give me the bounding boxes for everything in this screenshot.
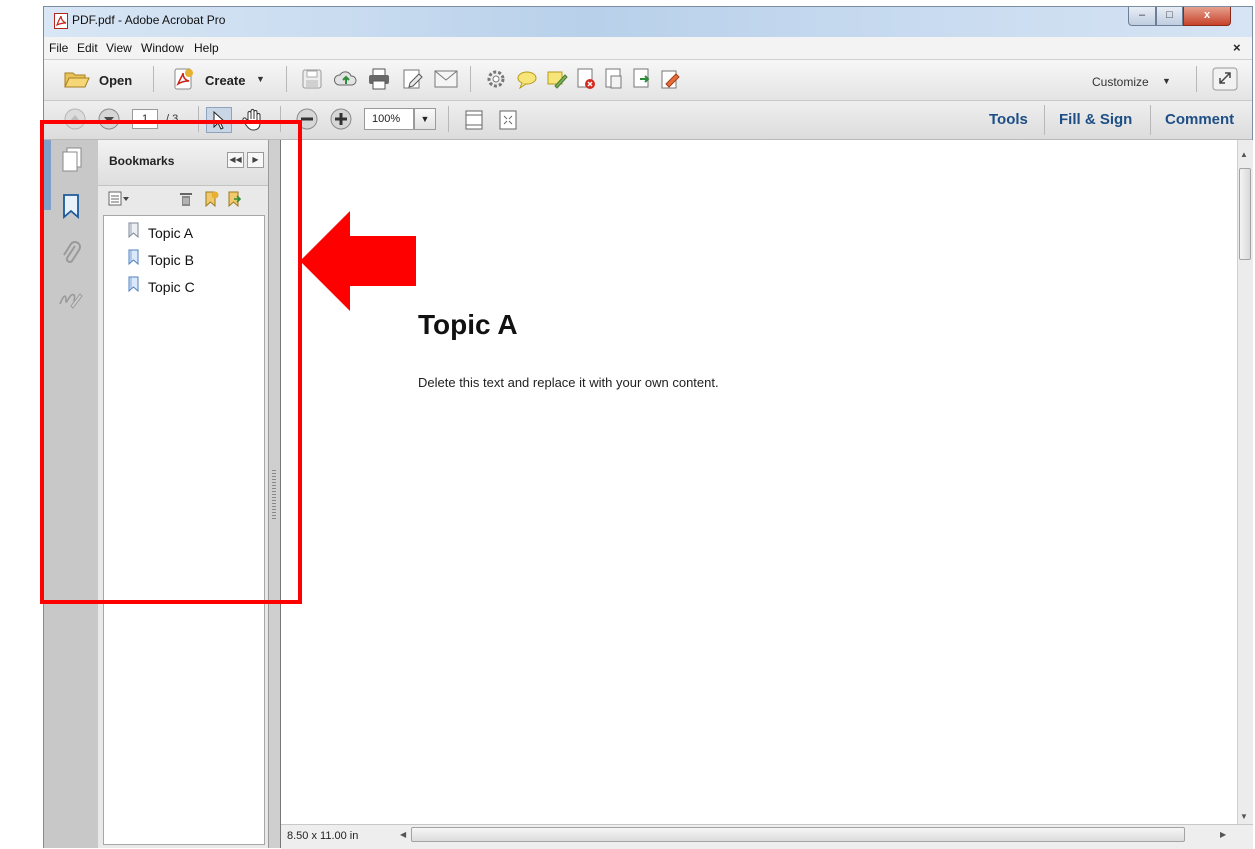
minimize-button[interactable]: – [1128, 7, 1156, 26]
window-title: PDF.pdf - Adobe Acrobat Pro [72, 13, 226, 27]
customize-dropdown-icon[interactable]: ▼ [1162, 76, 1171, 86]
comment-bubble-icon[interactable] [516, 69, 538, 89]
toolbar-separator [1150, 105, 1151, 135]
create-pdf-icon[interactable] [171, 67, 195, 91]
document-body-text: Delete this text and replace it with you… [418, 375, 719, 390]
open-folder-icon[interactable] [64, 69, 90, 89]
toolbar-separator [286, 66, 287, 92]
page-size-label: 8.50 x 11.00 in [287, 830, 359, 842]
email-icon[interactable] [434, 70, 458, 88]
menu-file[interactable]: File [49, 41, 68, 55]
open-button[interactable]: Open [99, 73, 132, 88]
toolbar-separator [470, 66, 471, 92]
insert-pages-icon[interactable] [604, 68, 624, 90]
scroll-left-icon[interactable]: ◀ [400, 830, 406, 839]
annotation-highlight-box [40, 120, 302, 604]
extract-pages-icon[interactable] [632, 68, 652, 90]
cloud-upload-icon[interactable] [334, 69, 358, 89]
menu-edit[interactable]: Edit [77, 41, 98, 55]
scroll-right-icon[interactable]: ▶ [1220, 830, 1226, 839]
comment-pane-button[interactable]: Comment [1165, 111, 1234, 128]
fit-page-icon[interactable] [464, 109, 484, 134]
delete-pages-icon[interactable] [576, 68, 596, 90]
vertical-scroll-thumb[interactable] [1239, 168, 1251, 260]
fill-sign-pane-button[interactable]: Fill & Sign [1059, 111, 1132, 128]
document-heading: Topic A [418, 309, 518, 340]
zoom-level-input[interactable]: 100% [364, 108, 414, 130]
menu-bar [44, 37, 1252, 60]
edit-document-icon[interactable] [402, 68, 424, 90]
create-button[interactable]: Create [205, 73, 245, 88]
gear-icon[interactable] [486, 69, 506, 89]
print-icon[interactable] [368, 68, 390, 90]
close-document-button[interactable]: × [1233, 40, 1241, 55]
horizontal-scroll-thumb[interactable] [411, 827, 1185, 842]
tools-pane-button[interactable]: Tools [989, 111, 1028, 128]
customize-button[interactable]: Customize [1092, 75, 1149, 89]
expand-icon[interactable] [1212, 67, 1238, 91]
close-window-button[interactable]: x [1183, 7, 1231, 26]
scroll-up-icon[interactable]: ▲ [1240, 150, 1248, 159]
sign-document-icon[interactable] [660, 68, 682, 90]
scroll-down-icon[interactable]: ▼ [1240, 812, 1248, 821]
full-screen-icon[interactable] [498, 109, 518, 134]
acrobat-icon [54, 13, 68, 29]
document-page [281, 140, 1237, 824]
toolbar-separator [153, 66, 154, 92]
menu-window[interactable]: Window [141, 41, 184, 55]
highlight-icon[interactable] [546, 69, 568, 89]
create-dropdown-icon[interactable]: ▼ [256, 74, 265, 84]
zoom-in-icon[interactable] [330, 108, 352, 133]
maximize-button[interactable]: □ [1156, 7, 1183, 26]
toolbar-separator [1196, 66, 1197, 92]
annotation-arrow-icon [298, 210, 418, 315]
menu-view[interactable]: View [106, 41, 132, 55]
save-icon[interactable] [302, 69, 322, 89]
toolbar-separator [448, 106, 449, 132]
toolbar-separator [1044, 105, 1045, 135]
menu-help[interactable]: Help [194, 41, 219, 55]
zoom-dropdown-icon[interactable]: ▼ [414, 108, 436, 130]
